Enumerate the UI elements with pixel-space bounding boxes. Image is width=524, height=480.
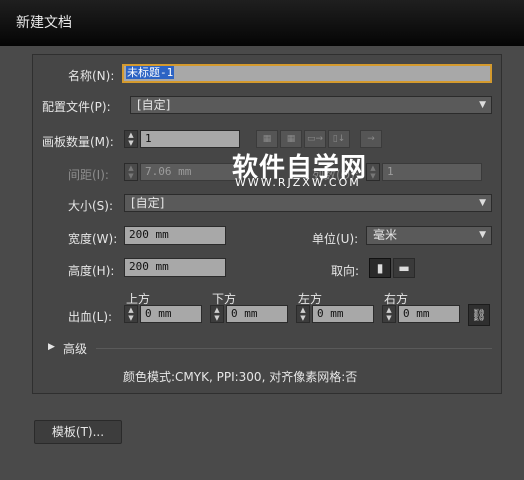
chevron-down-icon: ▼	[479, 198, 486, 208]
bleed-left-spinner[interactable]: ▲ ▼	[296, 305, 310, 323]
template-button[interactable]: 模板(T)...	[34, 420, 122, 444]
name-label: 名称(N):	[68, 69, 115, 83]
name-input[interactable]: 未标题-1	[122, 64, 492, 83]
bleed-right-spinner[interactable]: ▲ ▼	[382, 305, 396, 323]
arrange-by-column-icon[interactable]: ▯↓	[328, 130, 350, 148]
bleed-top-spinner[interactable]: ▲ ▼	[124, 305, 138, 323]
window-title: 新建文档	[16, 15, 72, 31]
size-value: [自定]	[131, 196, 165, 210]
height-label: 高度(H):	[68, 264, 115, 278]
profile-label: 配置文件(P):	[42, 100, 111, 114]
bleed-top-input[interactable]: 0 mm	[140, 305, 202, 323]
orientation-label: 取向:	[331, 264, 360, 278]
name-value: 未标题-1	[126, 66, 175, 79]
profile-dropdown[interactable]: [自定] ▼	[130, 96, 492, 114]
spacing-input[interactable]: 7.06 mm	[140, 163, 240, 181]
grid-by-row-icon[interactable]: ▦	[256, 130, 278, 148]
artboards-spinner[interactable]: ▲ ▼	[124, 130, 138, 148]
columns-spinner[interactable]: ▲ ▼	[366, 163, 380, 181]
advanced-divider	[96, 348, 492, 349]
portrait-icon[interactable]: ▮	[369, 258, 391, 278]
artboards-label: 画板数量(M):	[42, 135, 114, 149]
arrange-by-row-icon[interactable]: ▭→	[304, 130, 326, 148]
bleed-bottom-input[interactable]: 0 mm	[226, 305, 288, 323]
title-bar: 新建文档	[0, 0, 524, 46]
artboards-input[interactable]: 1	[140, 130, 240, 148]
units-dropdown[interactable]: 毫米 ▼	[366, 226, 492, 245]
bleed-label: 出血(L):	[68, 310, 113, 324]
units-value: 毫米	[373, 228, 398, 242]
bleed-bottom-spinner[interactable]: ▲ ▼	[210, 305, 224, 323]
document-info: 颜色模式:CMYK, PPI:300, 对齐像素网格:否	[123, 370, 358, 384]
landscape-icon[interactable]: ▬	[393, 258, 415, 278]
profile-value: [自定]	[137, 98, 171, 112]
grid-by-column-icon[interactable]: ▦	[280, 130, 302, 148]
size-dropdown[interactable]: [自定] ▼	[124, 194, 492, 212]
width-label: 宽度(W):	[68, 232, 118, 246]
chevron-down-icon: ▼	[479, 100, 486, 110]
expand-triangle-icon[interactable]: ▶	[48, 342, 55, 352]
chevron-down-icon: ▼	[479, 230, 486, 240]
link-chain-icon[interactable]: ⛓	[468, 304, 490, 326]
columns-input[interactable]: 1	[382, 163, 482, 181]
size-label: 大小(S):	[68, 199, 114, 213]
units-label: 单位(U):	[312, 232, 359, 246]
width-input[interactable]: 200 mm	[124, 226, 226, 245]
bleed-left-input[interactable]: 0 mm	[312, 305, 374, 323]
watermark-subtext: WWW.RJZXW.COM	[235, 176, 361, 189]
advanced-toggle[interactable]: 高级	[63, 340, 87, 357]
spacing-label: 间距(I):	[68, 168, 109, 182]
bleed-right-input[interactable]: 0 mm	[398, 305, 460, 323]
height-input[interactable]: 200 mm	[124, 258, 226, 277]
spacing-spinner[interactable]: ▲ ▼	[124, 163, 138, 181]
change-to-rtl-icon[interactable]: →	[360, 130, 382, 148]
